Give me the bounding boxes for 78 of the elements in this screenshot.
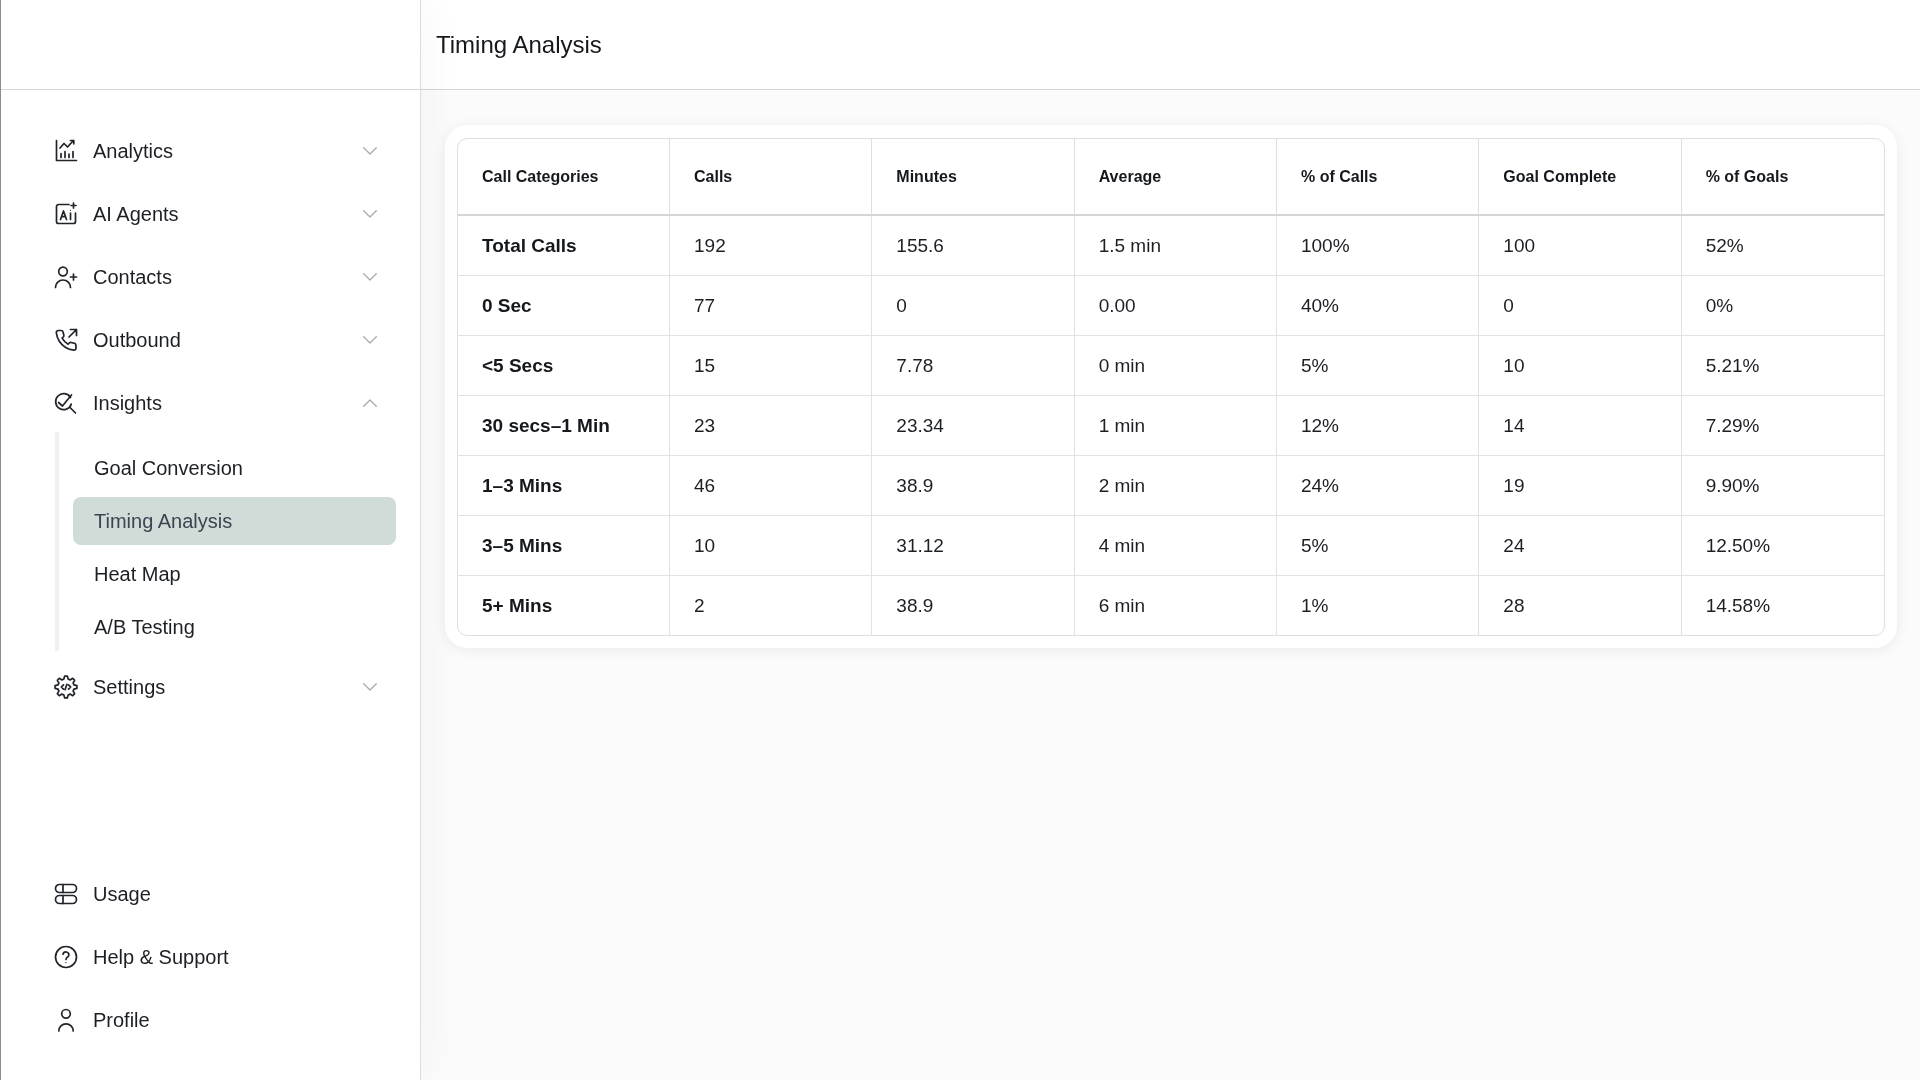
nav-item[interactable]: Insights bbox=[54, 383, 377, 423]
table-cell: 1 min bbox=[1074, 396, 1277, 456]
add-user-icon bbox=[54, 265, 78, 289]
table-cell-text: 14.58% bbox=[1704, 593, 1772, 618]
table-cell: 15 bbox=[670, 336, 873, 396]
table-cell: 2 min bbox=[1074, 456, 1277, 516]
nav-item[interactable]: Analytics bbox=[54, 131, 377, 171]
row-header: <5 Secs bbox=[458, 336, 670, 396]
table-cell: 23.34 bbox=[872, 396, 1075, 456]
column-header: % of Goals bbox=[1681, 139, 1884, 216]
table-cell: 10 bbox=[1479, 336, 1682, 396]
table-cell: 19 bbox=[1479, 456, 1682, 516]
column-header: Call Categories bbox=[458, 139, 670, 216]
table-cell: 7.78 bbox=[872, 336, 1075, 396]
nav-item[interactable]: Help & Support bbox=[54, 937, 377, 977]
row-header: Total Calls bbox=[458, 216, 670, 276]
ai-sparkle-icon bbox=[54, 202, 78, 226]
row-header: 5+ Mins bbox=[458, 576, 670, 635]
table-cell: 0 min bbox=[1074, 336, 1277, 396]
nav-item[interactable]: AI Agents bbox=[54, 194, 377, 234]
table-cell: 1% bbox=[1277, 576, 1480, 635]
table-cell: 1.5 min bbox=[1074, 216, 1277, 276]
nav-item[interactable]: Contacts bbox=[54, 257, 377, 297]
nav-subitem[interactable]: A/B Testing bbox=[73, 603, 396, 651]
nav-subitem[interactable]: Timing Analysis bbox=[73, 497, 396, 545]
page-title: Timing Analysis bbox=[436, 30, 602, 59]
table-cell: 12.50% bbox=[1681, 516, 1884, 576]
table-cell: 2 bbox=[670, 576, 873, 635]
nav-subitem[interactable]: Goal Conversion bbox=[73, 444, 396, 492]
row-header: 1–3 Mins bbox=[458, 456, 670, 516]
table-cell: 24% bbox=[1277, 456, 1480, 516]
nav-item[interactable]: Settings bbox=[54, 667, 377, 707]
column-header: Minutes bbox=[872, 139, 1075, 216]
table-cell: 9.90% bbox=[1681, 456, 1884, 516]
table-cell: 5% bbox=[1277, 336, 1480, 396]
column-header: Calls bbox=[670, 139, 873, 216]
table-cell: 5.21% bbox=[1681, 336, 1884, 396]
table-cell: 77 bbox=[670, 276, 873, 336]
row-header: 0 Sec bbox=[458, 276, 670, 336]
bar-chart-icon bbox=[54, 139, 78, 163]
table-cell: 38.9 bbox=[872, 576, 1075, 635]
magnifier-chart-icon bbox=[54, 391, 78, 415]
stack-icon bbox=[54, 882, 78, 906]
nav-subitem[interactable]: Heat Map bbox=[73, 550, 396, 598]
table-cell: 12% bbox=[1277, 396, 1480, 456]
column-header: % of Calls bbox=[1277, 139, 1480, 216]
table-cell: 38.9 bbox=[872, 456, 1075, 516]
table-cell: 40% bbox=[1277, 276, 1480, 336]
table-cell: 10 bbox=[670, 516, 873, 576]
table-cell: 0% bbox=[1681, 276, 1884, 336]
table-cell: 100 bbox=[1479, 216, 1682, 276]
table-cell: 155.6 bbox=[872, 216, 1075, 276]
table-cell: 100% bbox=[1277, 216, 1480, 276]
nav-item[interactable]: Outbound bbox=[54, 320, 377, 360]
help-icon bbox=[54, 945, 78, 969]
table-cell: 28 bbox=[1479, 576, 1682, 635]
nav-item[interactable]: Usage bbox=[54, 874, 377, 914]
table-cell: 0 bbox=[1479, 276, 1682, 336]
table-cell: 192 bbox=[670, 216, 873, 276]
table-cell: 14 bbox=[1479, 396, 1682, 456]
column-header: Goal Complete bbox=[1479, 139, 1682, 216]
nav-item[interactable]: Profile bbox=[54, 1000, 377, 1040]
table-cell: 0.00 bbox=[1074, 276, 1277, 336]
row-header: 30 secs–1 Min bbox=[458, 396, 670, 456]
settings-icon bbox=[54, 675, 78, 699]
phone-outgoing-icon bbox=[54, 328, 78, 352]
row-header: 3–5 Mins bbox=[458, 516, 670, 576]
table-cell: 5% bbox=[1277, 516, 1480, 576]
table-cell: 7.29% bbox=[1681, 396, 1884, 456]
table-cell: 31.12 bbox=[872, 516, 1075, 576]
table-cell: 4 min bbox=[1074, 516, 1277, 576]
table-cell: 46 bbox=[670, 456, 873, 516]
table-cell: 6 min bbox=[1074, 576, 1277, 635]
table-cell: 23 bbox=[670, 396, 873, 456]
table-cell: 52% bbox=[1681, 216, 1884, 276]
table-cell: 24 bbox=[1479, 516, 1682, 576]
table-cell: 0 bbox=[872, 276, 1075, 336]
column-header: Average bbox=[1074, 139, 1277, 216]
